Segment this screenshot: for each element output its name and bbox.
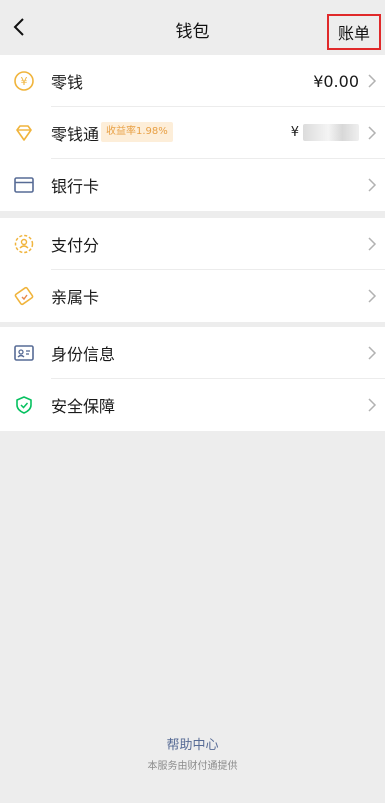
header: 钱包 账单: [0, 0, 385, 55]
pay-score-icon: [13, 233, 35, 255]
list-item-bank-card[interactable]: 银行卡: [0, 159, 385, 211]
change-coin-icon: ¥: [13, 70, 35, 92]
list-item-change[interactable]: ¥ 零钱 ¥0.00: [0, 55, 385, 107]
chevron-right-icon: [368, 237, 377, 251]
bill-button[interactable]: 账单: [327, 14, 381, 50]
wallet-group-3: 身份信息 安全保障: [0, 327, 385, 431]
list-item-label: 支付分: [51, 236, 100, 255]
list-item-label: 亲属卡: [51, 288, 100, 307]
chevron-right-icon: [368, 126, 377, 140]
masked-balance: ¥: [291, 124, 359, 141]
chevron-right-icon: [368, 346, 377, 360]
list-item-label: 身份信息: [51, 345, 116, 364]
wallet-group-1: ¥ 零钱 ¥0.00 零钱通 收益率1.98% ¥ 银行卡: [0, 55, 385, 211]
list-item-label: 安全保障: [51, 397, 116, 416]
bank-card-icon: [13, 174, 35, 196]
id-card-icon: [13, 342, 35, 364]
list-item-security[interactable]: 安全保障: [0, 379, 385, 431]
list-item-label: 零钱: [51, 73, 84, 92]
list-item-label: 零钱通: [51, 125, 100, 144]
chevron-right-icon: [368, 74, 377, 88]
list-item-label: 银行卡: [51, 177, 100, 196]
chevron-right-icon: [368, 178, 377, 192]
list-item-family-card[interactable]: 亲属卡: [0, 270, 385, 322]
service-provider-note: 本服务由财付通提供: [147, 761, 238, 772]
diamond-icon: [13, 122, 35, 144]
change-balance: ¥0.00: [313, 71, 359, 91]
list-item-pay-score[interactable]: 支付分: [0, 218, 385, 270]
wallet-group-2: 支付分 亲属卡: [0, 218, 385, 322]
help-center-link[interactable]: 帮助中心: [0, 734, 385, 753]
svg-text:¥: ¥: [21, 75, 28, 88]
chevron-right-icon: [368, 398, 377, 412]
chevron-right-icon: [368, 289, 377, 303]
shield-icon: [13, 394, 35, 416]
list-item-identity[interactable]: 身份信息: [0, 327, 385, 379]
blurred-amount: [303, 124, 359, 141]
family-card-icon: [13, 285, 35, 307]
currency-symbol: ¥: [290, 125, 299, 140]
list-item-lingqiantong[interactable]: 零钱通 收益率1.98% ¥: [0, 107, 385, 159]
yield-badge: 收益率1.98%: [101, 122, 173, 142]
